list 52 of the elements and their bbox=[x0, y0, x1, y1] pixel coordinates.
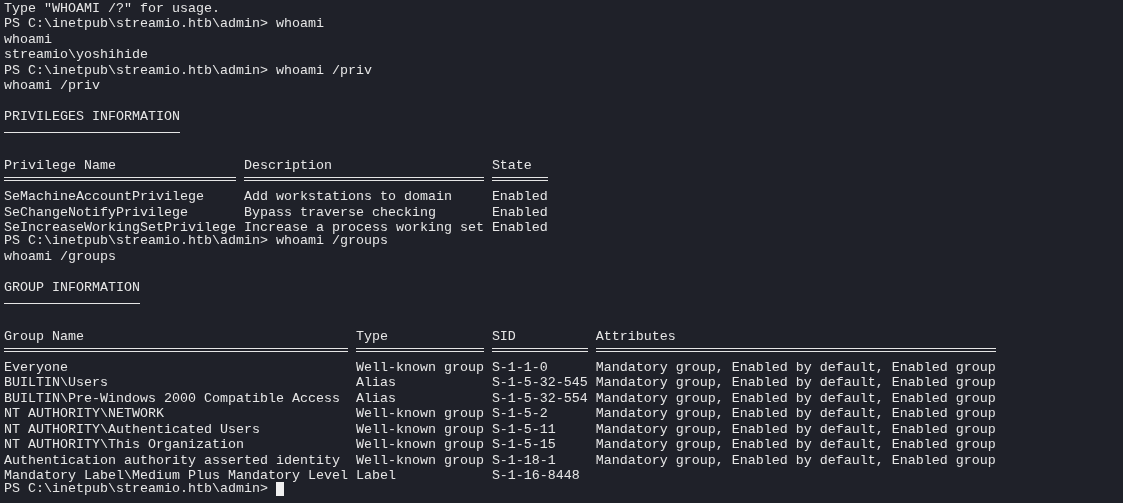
table-cell-text: Enabled bbox=[491, 203, 548, 222]
table-cell-text: Label bbox=[355, 467, 396, 485]
table-cell-text: Mandatory group, Enabled by default, Enabled group bbox=[595, 405, 996, 423]
table-cell-text: Mandatory group, Enabled by default, Enabled group bbox=[595, 389, 996, 408]
table-cell-text: S-1-5-11 bbox=[491, 420, 556, 439]
table-cell-text: Mandatory group, Enabled by default, Enabled group bbox=[595, 436, 996, 454]
table-cell-text: S-1-18-1 bbox=[491, 451, 556, 470]
section-heading: PRIVILEGES INFORMATION bbox=[4, 108, 180, 127]
column-header: Description bbox=[243, 157, 332, 175]
table-cell-text: NT AUTHORITY\NETWORK bbox=[4, 405, 164, 423]
table-cell-text: Alias bbox=[355, 389, 396, 408]
column-header: Attributes bbox=[595, 327, 676, 346]
table-cell-text: NT AUTHORITY\Authenticated Users bbox=[4, 420, 260, 439]
column-header: SID bbox=[491, 327, 516, 346]
table-cell-text: Everyone bbox=[4, 358, 68, 377]
table-cell-text: S-1-16-8448 bbox=[491, 467, 580, 485]
table-cell-text: S-1-5-32-554 bbox=[491, 389, 588, 408]
column-header: Privilege Name bbox=[4, 157, 116, 175]
column-header: Group Name bbox=[4, 327, 84, 346]
table-cell-text: Well-known group bbox=[355, 358, 484, 377]
output-line: Type "WHOAMI /?" for usage. bbox=[4, 0, 220, 18]
table-cell-text: BUILTIN\Pre-Windows 2000 Compatible Access bbox=[4, 389, 340, 408]
command-line: PS C:\inetpub\streamio.htb\admin> bbox=[4, 481, 268, 499]
table-cell-text: SeIncreaseWorkingSetPrivilege bbox=[4, 219, 236, 235]
table-cell-text: Mandatory group, Enabled by default, Enabled group bbox=[595, 420, 996, 439]
table-cell-text: Well-known group bbox=[355, 405, 484, 423]
table-cell-text: Enabled bbox=[491, 219, 548, 237]
table-cell-text: Mandatory group, Enabled by default, Enabled group bbox=[595, 374, 996, 392]
table-cell-text: Add workstations to domain bbox=[243, 188, 452, 206]
table-cell-text: Increase a process working set bbox=[243, 219, 484, 235]
table-cell-text: Enabled bbox=[491, 188, 548, 206]
table-cell-text: S-1-1-0 bbox=[491, 358, 548, 377]
table-cell-text: Well-known group bbox=[355, 451, 484, 470]
table-cell-text: Mandatory Label\Medium Plus Mandatory Level bbox=[4, 467, 348, 483]
table-cell-text: SeChangeNotifyPrivilege bbox=[4, 203, 188, 222]
column-header: Type bbox=[355, 327, 388, 346]
table-cell-text: Well-known group bbox=[355, 420, 484, 439]
table-cell-text: SeMachineAccountPrivilege bbox=[4, 188, 204, 206]
table-cell-text: BUILTIN\Users bbox=[4, 374, 108, 392]
column-header: State bbox=[491, 157, 532, 175]
table-cell-text: Authentication authority asserted identity bbox=[4, 451, 340, 470]
output-line: whoami /priv bbox=[4, 77, 100, 96]
table-cell-text: S-1-5-15 bbox=[491, 436, 556, 454]
table-cell-text: S-1-5-2 bbox=[491, 405, 548, 423]
table-cell-text: Mandatory group, Enabled by default, Enabled group bbox=[595, 451, 996, 470]
table-cell-text: Well-known group bbox=[355, 436, 484, 454]
table-cell-text: NT AUTHORITY\This Organization bbox=[4, 436, 244, 454]
table-cell-text: Mandatory group, Enabled by default, Enabled group bbox=[595, 358, 996, 377]
section-heading: GROUP INFORMATION bbox=[4, 278, 140, 297]
table-cell-text: Bypass traverse checking bbox=[243, 203, 436, 222]
table-cell-text: Alias bbox=[355, 374, 396, 392]
table-cell-text: S-1-5-32-545 bbox=[491, 374, 588, 392]
